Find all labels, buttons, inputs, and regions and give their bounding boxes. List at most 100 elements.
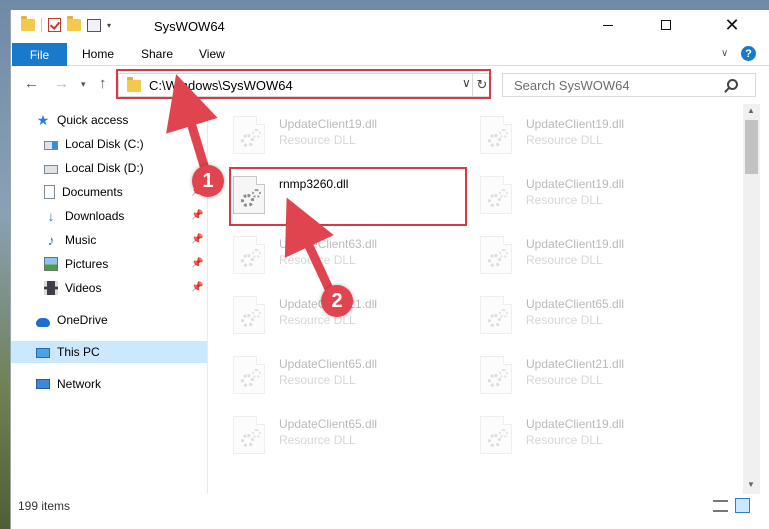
sidebar-item-onedrive[interactable]: OneDrive <box>36 309 207 331</box>
downloads-icon: ↓ <box>47 208 55 224</box>
star-icon: ★ <box>36 112 50 128</box>
step-1-badge: 1 <box>192 165 224 197</box>
properties-check-icon[interactable] <box>48 18 61 32</box>
pin-icon[interactable]: 📌 <box>191 282 203 293</box>
pane-divider[interactable] <box>207 104 208 494</box>
file-item[interactable]: UpdateClient19.dll Resource DLL <box>480 412 710 456</box>
sidebar-item-videos[interactable]: Videos 📌 <box>44 277 207 299</box>
sidebar-item-music[interactable]: ♪ Music 📌 <box>44 229 207 251</box>
forward-arrow-icon[interactable]: → <box>54 75 69 92</box>
search-input[interactable]: Search SysWOW64 <box>502 73 756 97</box>
pictures-icon <box>44 257 58 271</box>
file-name: UpdateClient65.dll <box>279 417 378 431</box>
file-item[interactable]: UpdateClient21.dll Resource DLL <box>480 352 710 396</box>
tab-view[interactable]: View <box>199 47 225 61</box>
sidebar-item-label: Videos <box>65 281 102 295</box>
window-title: SysWOW64 <box>154 19 225 34</box>
file-type: Resource DLL <box>279 253 356 267</box>
dll-file-icon <box>480 296 512 334</box>
step-2-badge: 2 <box>321 285 353 317</box>
file-name: UpdateClient19.dll <box>526 117 625 131</box>
scroll-down-icon[interactable]: ▼ <box>747 480 755 489</box>
file-name: UpdateClient63.dll <box>279 237 378 251</box>
help-icon[interactable]: ? <box>741 46 756 61</box>
sidebar-item-label: This PC <box>57 345 100 359</box>
file-type: Resource DLL <box>526 433 603 447</box>
file-item[interactable]: UpdateClient65.dll Resource DLL <box>480 292 710 336</box>
sidebar-item-label: Music <box>65 233 97 247</box>
scrollbar-thumb[interactable] <box>745 120 758 174</box>
navigation-pane: ★ Quick access Local Disk (C:) Local Dis… <box>11 104 207 494</box>
back-arrow-icon[interactable]: ← <box>24 75 39 92</box>
customize-toolbar-chevron-icon[interactable]: ▾ <box>107 21 111 30</box>
sidebar-item-local-disk-d[interactable]: Local Disk (D:) <box>44 157 207 179</box>
file-item[interactable]: UpdateClient19.dll Resource DLL <box>480 112 710 156</box>
file-item[interactable]: UpdateClient63.dll Resource DLL <box>233 232 463 276</box>
file-highlight <box>229 167 467 226</box>
minimize-button[interactable] <box>585 10 631 40</box>
dll-file-icon <box>233 116 265 154</box>
file-name: UpdateClient19.dll <box>526 237 625 251</box>
sidebar-item-quick-access[interactable]: ★ Quick access <box>36 109 207 131</box>
dll-file-icon <box>480 116 512 154</box>
dll-file-icon <box>480 416 512 454</box>
dll-file-icon <box>480 176 512 214</box>
vertical-scrollbar[interactable]: ▲ ▼ <box>743 104 760 494</box>
pin-icon[interactable]: 📌 <box>191 258 203 269</box>
file-item[interactable]: UpdateClient19.dll Resource DLL <box>233 112 463 156</box>
sidebar-item-label: Pictures <box>65 257 109 271</box>
sidebar-item-label: Documents <box>62 185 123 199</box>
documents-icon <box>44 185 55 199</box>
file-type: Resource DLL <box>279 133 356 147</box>
file-item[interactable]: UpdateClient65.dll Resource DLL <box>233 412 463 456</box>
details-view-icon[interactable] <box>713 500 728 512</box>
pin-icon[interactable]: 📌 <box>191 210 203 221</box>
new-folder-icon[interactable] <box>67 16 81 31</box>
tab-file[interactable]: File <box>12 43 67 66</box>
expand-ribbon-chevron-icon[interactable]: ∨ <box>721 48 728 59</box>
sidebar-item-downloads[interactable]: ↓ Downloads 📌 <box>44 205 207 227</box>
minimize-icon <box>603 24 613 26</box>
ribbon-tabs: File Home Share View ∨ ? <box>11 43 769 66</box>
close-button[interactable]: ✕ <box>709 10 755 40</box>
search-placeholder: Search SysWOW64 <box>514 78 630 93</box>
close-icon: ✕ <box>724 14 740 35</box>
search-icon <box>727 79 738 90</box>
pin-icon[interactable]: 📌 <box>191 234 203 245</box>
disk-icon <box>44 165 58 174</box>
file-name: UpdateClient19.dll <box>526 177 625 191</box>
file-type: Resource DLL <box>526 313 603 327</box>
dll-file-icon <box>233 416 265 454</box>
folder-icon <box>21 16 35 31</box>
sidebar-item-label: Network <box>57 377 102 391</box>
file-name: UpdateClient65.dll <box>526 297 625 311</box>
file-type: Resource DLL <box>526 253 603 267</box>
sidebar-item-documents[interactable]: Documents 📌 <box>44 181 207 203</box>
pc-icon <box>36 347 50 358</box>
file-type: Resource DLL <box>279 373 356 387</box>
sidebar-item-network[interactable]: Network <box>36 373 207 395</box>
file-name: UpdateClient19.dll <box>526 417 625 431</box>
dll-file-icon <box>233 236 265 274</box>
file-type: Resource DLL <box>526 373 603 387</box>
sidebar-item-local-disk-c[interactable]: Local Disk (C:) <box>44 133 207 155</box>
sidebar-item-pictures[interactable]: Pictures 📌 <box>44 253 207 275</box>
up-arrow-icon[interactable]: ↑ <box>99 75 107 92</box>
music-icon: ♪ <box>47 232 55 248</box>
file-item[interactable]: UpdateClient65.dll Resource DLL <box>233 352 463 396</box>
maximize-button[interactable] <box>643 10 689 40</box>
sidebar-item-label: Local Disk (D:) <box>65 161 144 175</box>
sidebar-item-label: OneDrive <box>57 313 108 327</box>
properties-icon[interactable] <box>87 18 101 32</box>
scroll-up-icon[interactable]: ▲ <box>747 106 755 115</box>
tab-share[interactable]: Share <box>141 47 173 61</box>
sidebar-item-this-pc[interactable]: This PC <box>11 341 207 363</box>
dll-file-icon <box>480 356 512 394</box>
file-item[interactable]: UpdateClient19.dll Resource DLL <box>480 172 710 216</box>
file-item[interactable]: UpdateClient19.dll Resource DLL <box>480 232 710 276</box>
sidebar-item-label: Downloads <box>65 209 125 223</box>
recent-locations-chevron-icon[interactable]: ▾ <box>81 79 86 90</box>
quick-access-toolbar: ▾ <box>21 16 111 32</box>
tab-home[interactable]: Home <box>82 47 114 61</box>
large-icons-view-icon[interactable] <box>735 498 750 513</box>
